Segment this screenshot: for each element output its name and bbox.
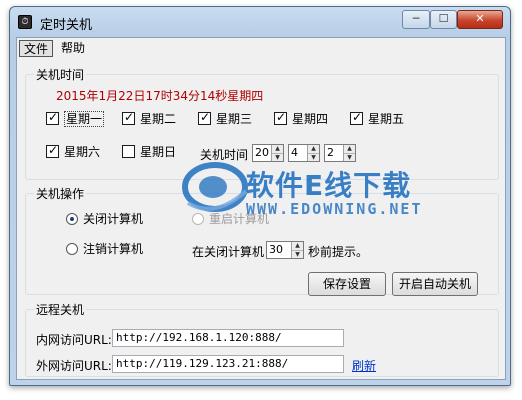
spin-up-icon[interactable]: ▲ — [292, 242, 303, 250]
checkbox-box[interactable]: ✓ — [46, 143, 59, 158]
title-bar[interactable]: ⏱ 定时关机 ─ ☐ ✕ — [10, 7, 510, 37]
weekday-label: 星期二 — [140, 112, 177, 126]
watermark-url: WWW.EDOWNING.NET — [246, 200, 423, 218]
spin-up-icon[interactable]: ▲ — [272, 145, 283, 153]
menu-bar: 文件 帮助 — [17, 38, 505, 58]
weekday-label: 星期四 — [292, 112, 329, 126]
lan-url-label: 内网访问URL: — [36, 333, 112, 347]
remote-shutdown-legend: 远程关机 — [36, 303, 85, 317]
wan-url-field[interactable]: http://119.129.123.21:888/ — [112, 355, 344, 373]
window-title: 定时关机 — [40, 18, 93, 33]
radio-label: 关闭计算机 — [83, 212, 144, 226]
weekday-checkbox-tue[interactable]: ✓ 星期二 — [122, 110, 177, 128]
spin-down-icon[interactable]: ▼ — [344, 153, 355, 161]
timer-app-icon: ⏱ — [18, 15, 32, 29]
minute-spin-arrows[interactable]: ▲ ▼ — [307, 145, 319, 161]
hour-value: 20 — [255, 146, 269, 159]
watermark-logo-icon — [182, 162, 248, 212]
spin-down-icon[interactable]: ▼ — [272, 153, 283, 161]
weekday-label: 星期三 — [216, 112, 253, 126]
check-mark-icon: ✓ — [48, 110, 59, 124]
second-spinner[interactable]: 2 ▲ ▼ — [324, 144, 356, 162]
minute-spinner[interactable]: 4 ▲ ▼ — [288, 144, 320, 162]
weekday-checkbox-sat[interactable]: ✓ 星期六 — [46, 143, 101, 161]
minimize-button[interactable]: ─ — [402, 10, 430, 29]
weekday-label: 星期六 — [64, 145, 101, 159]
second-spin-arrows[interactable]: ▲ ▼ — [343, 145, 355, 161]
reminder-prefix: 在关闭计算机 — [192, 245, 265, 259]
checkbox-box[interactable]: ✓ — [350, 110, 363, 125]
shutdown-time-group: 关机时间 2015年1月22日17时34分14秒星期四 ✓ 星期一 ✓ 星期二 ✓ 星… — [25, 66, 499, 180]
hour-spinner[interactable]: 20 ▲ ▼ — [252, 144, 284, 162]
check-mark-icon: ✓ — [124, 110, 135, 124]
checkbox-box[interactable]: ✓ — [198, 110, 211, 125]
check-mark-icon: ✓ — [200, 110, 211, 124]
save-settings-button[interactable]: 保存设置 — [308, 272, 386, 296]
weekday-checkbox-fri[interactable]: ✓ 星期五 — [350, 110, 405, 128]
weekday-checkbox-mon[interactable]: ✓ 星期一 — [46, 110, 105, 128]
check-mark-icon: ✓ — [276, 110, 287, 124]
lan-url-field[interactable]: http://192.168.1.120:888/ — [112, 329, 344, 347]
reminder-spin-arrows[interactable]: ▲ ▼ — [291, 242, 303, 258]
close-button[interactable]: ✕ — [457, 10, 503, 29]
maximize-button[interactable]: ☐ — [430, 10, 457, 29]
radio-label: 注销计算机 — [83, 242, 144, 256]
minute-value: 4 — [291, 146, 298, 159]
wan-url-label: 外网访问URL: — [36, 359, 112, 373]
weekday-label: 星期一 — [64, 111, 105, 127]
radio-shutdown[interactable]: 关闭计算机 — [66, 212, 143, 228]
checkbox-box[interactable]: ✓ — [46, 110, 59, 125]
menu-file[interactable]: 文件 — [19, 40, 54, 57]
hour-spin-arrows[interactable]: ▲ ▼ — [271, 145, 283, 161]
current-datetime: 2015年1月22日17时34分14秒星期四 — [56, 89, 264, 103]
weekday-label: 星期日 — [140, 145, 177, 159]
spin-down-icon[interactable]: ▼ — [292, 250, 303, 258]
refresh-link[interactable]: 刷新 — [352, 357, 376, 374]
check-mark-icon: ✓ — [352, 110, 363, 124]
second-value: 2 — [327, 146, 334, 159]
checkbox-box[interactable] — [122, 145, 135, 158]
spin-down-icon[interactable]: ▼ — [308, 153, 319, 161]
app-window: ⏱ 定时关机 ─ ☐ ✕ 文件 帮助 关机时间 2015年1月22日17时34分… — [9, 6, 511, 386]
reminder-seconds-value: 30 — [269, 243, 283, 256]
reminder-seconds-spinner[interactable]: 30 ▲ ▼ — [266, 241, 304, 259]
menu-help[interactable]: 帮助 — [57, 40, 89, 57]
weekday-label: 星期五 — [368, 112, 405, 126]
checkbox-box[interactable]: ✓ — [122, 110, 135, 125]
shutdown-time-legend: 关机时间 — [36, 68, 85, 82]
weekday-checkbox-sun[interactable]: 星期日 — [122, 145, 176, 161]
spin-up-icon[interactable]: ▲ — [344, 145, 355, 153]
check-mark-icon: ✓ — [48, 143, 59, 157]
radio-logoff[interactable]: 注销计算机 — [66, 242, 143, 258]
spin-up-icon[interactable]: ▲ — [308, 145, 319, 153]
reminder-suffix: 秒前提示。 — [308, 245, 369, 259]
radio-selected-icon[interactable] — [66, 213, 78, 225]
radio-unselected-icon[interactable] — [66, 243, 78, 255]
start-auto-shutdown-button[interactable]: 开启自动关机 — [392, 272, 478, 296]
remote-shutdown-group: 远程关机 内网访问URL: http://192.168.1.120:888/ … — [25, 301, 499, 377]
checkbox-box[interactable]: ✓ — [274, 110, 287, 125]
weekday-checkbox-wed[interactable]: ✓ 星期三 — [198, 110, 253, 128]
shutdown-action-legend: 关机操作 — [36, 187, 85, 201]
watermark-title: 软件E线下载 — [246, 169, 412, 202]
weekday-checkbox-thu[interactable]: ✓ 星期四 — [274, 110, 329, 128]
